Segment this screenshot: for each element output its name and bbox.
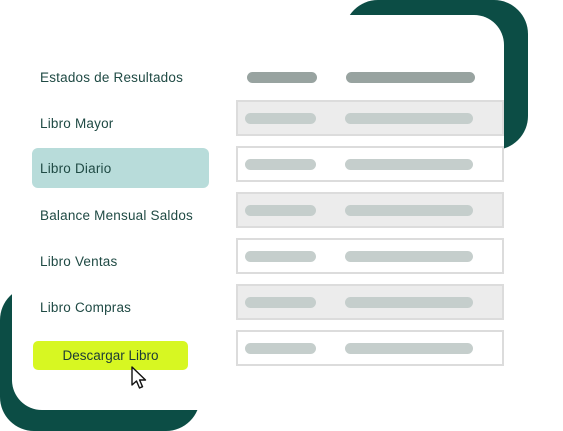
table-row — [236, 146, 504, 182]
cell-placeholder — [345, 297, 473, 308]
cell-placeholder — [345, 205, 473, 216]
cell-placeholder — [245, 297, 316, 308]
table-row — [236, 192, 504, 228]
table-row — [236, 238, 504, 274]
menu-item-libro-mayor[interactable]: Libro Mayor — [32, 103, 209, 143]
cell-placeholder — [245, 159, 316, 170]
table-row — [236, 284, 504, 320]
cell-placeholder — [245, 343, 316, 354]
cell-placeholder — [245, 113, 316, 124]
cell-placeholder — [245, 251, 316, 262]
table-row — [236, 330, 504, 366]
menu-item-libro-compras[interactable]: Libro Compras — [32, 287, 209, 327]
menu-item-libro-diario[interactable]: Libro Diario — [32, 148, 209, 188]
cell-placeholder — [345, 113, 473, 124]
cell-placeholder — [345, 159, 473, 170]
download-button[interactable]: Descargar Libro — [33, 341, 188, 370]
menu-item-estados-de-resultados[interactable]: Estados de Resultados — [32, 57, 209, 97]
table-header-placeholder-1 — [247, 72, 317, 83]
menu-item-balance-mensual-saldos[interactable]: Balance Mensual Saldos — [32, 195, 209, 235]
cell-placeholder — [345, 251, 473, 262]
arrow-cursor-icon — [131, 366, 147, 389]
cell-placeholder — [245, 205, 316, 216]
table-row — [236, 100, 504, 136]
menu-item-libro-ventas[interactable]: Libro Ventas — [32, 241, 209, 281]
table-header-placeholder-2 — [346, 72, 475, 83]
cell-placeholder — [345, 343, 473, 354]
